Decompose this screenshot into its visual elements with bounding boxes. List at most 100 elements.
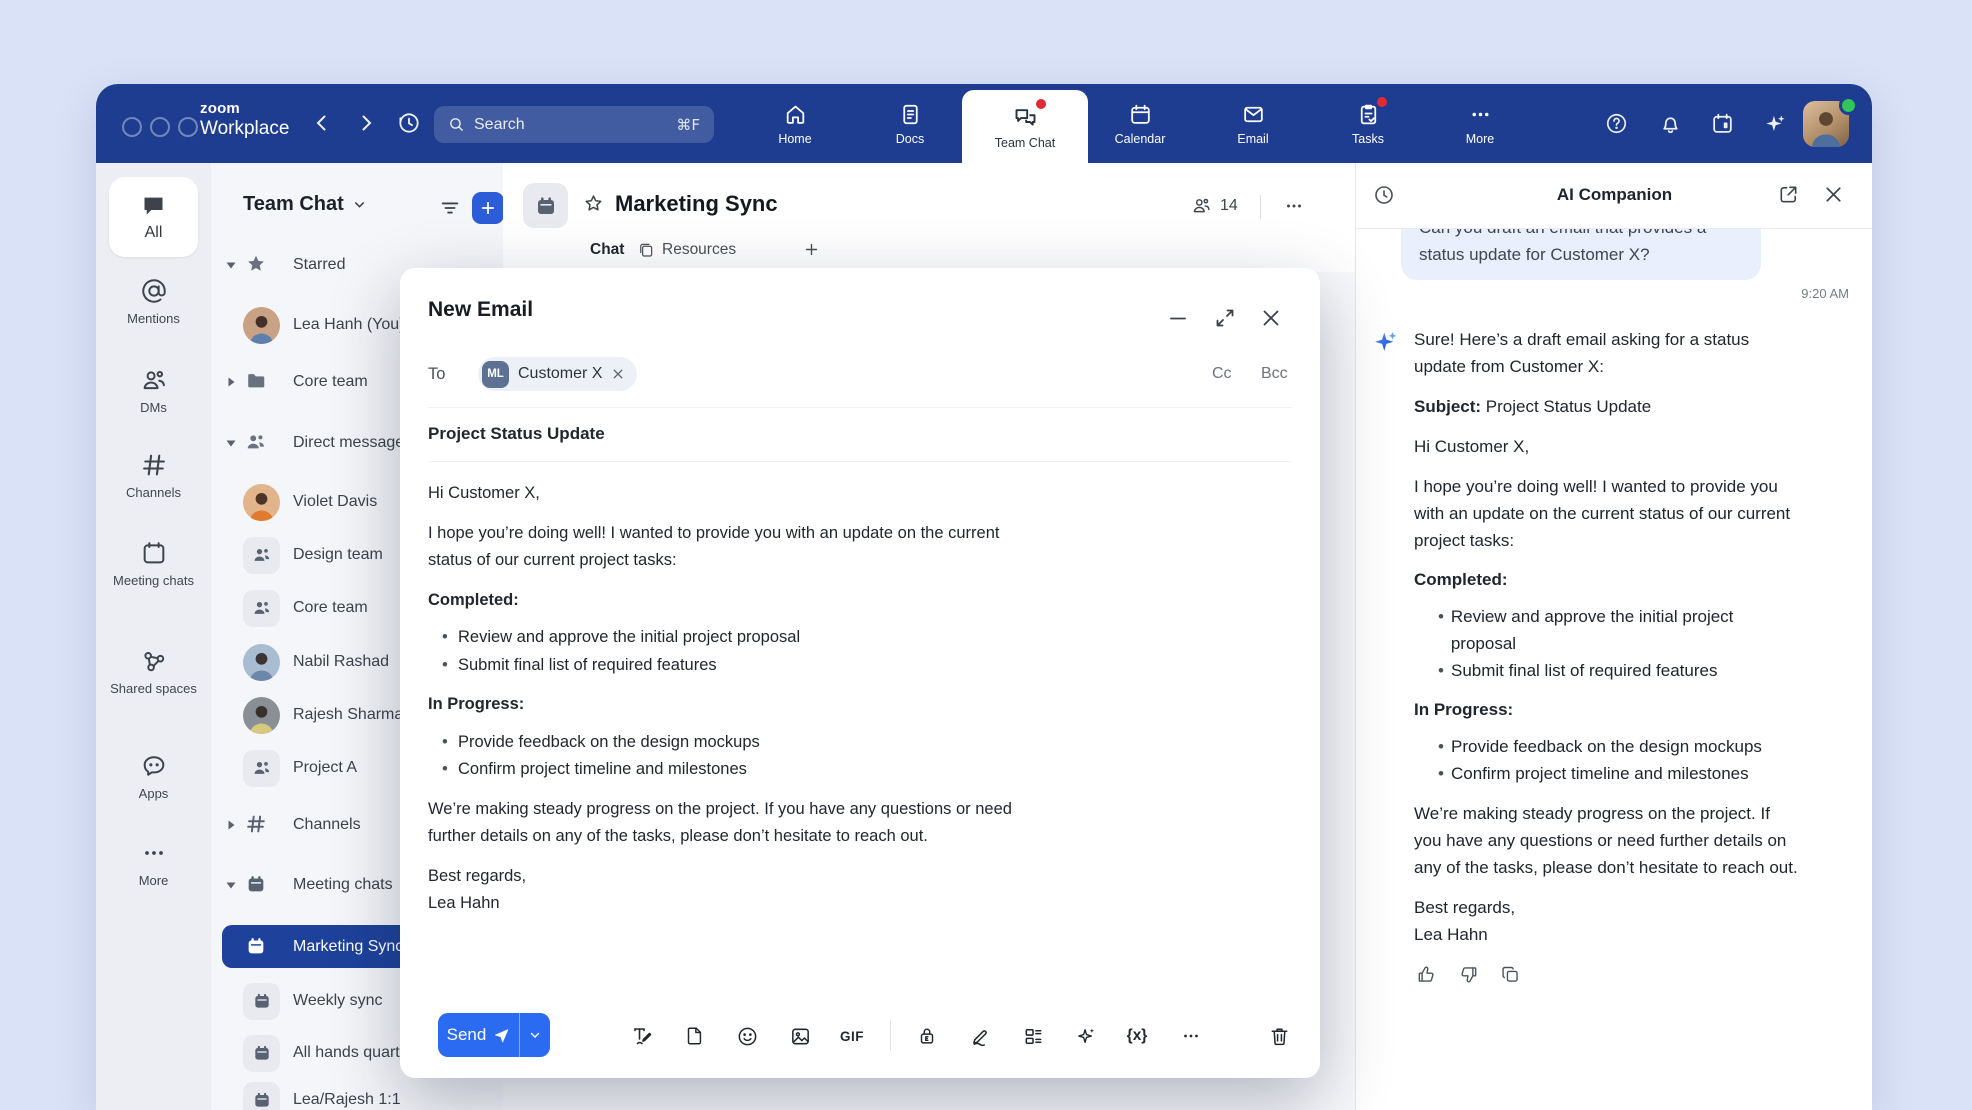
- list-item: •Provide feedback on the design mockups: [1414, 733, 1799, 760]
- open-external-icon[interactable]: [1777, 183, 1800, 206]
- chat-item-lea-rajesh[interactable]: Lea/Rajesh 1:1: [211, 1078, 503, 1110]
- tasks-badge: [1377, 97, 1387, 107]
- unread-badge: [1036, 99, 1046, 109]
- caret-right-icon[interactable]: [224, 818, 238, 832]
- recipient-name: Customer X: [518, 365, 602, 383]
- home-icon: [783, 102, 808, 127]
- modal-title: New Email: [428, 298, 533, 322]
- history-icon[interactable]: [396, 110, 422, 136]
- traffic-light-minimize[interactable]: [150, 117, 170, 137]
- traffic-light-close[interactable]: [122, 117, 142, 137]
- in-progress-label: In Progress:: [428, 691, 1048, 719]
- caret-right-icon[interactable]: [224, 375, 238, 389]
- forward-arrow-icon[interactable]: [354, 111, 378, 135]
- zoom-workplace-logo: zoom Workplace: [200, 101, 289, 138]
- recipient-chip[interactable]: ML Customer X: [478, 357, 637, 391]
- hash-icon: [245, 813, 269, 837]
- cc-button[interactable]: Cc: [1212, 365, 1232, 383]
- feedback-row: [1416, 964, 1799, 985]
- filter-icon[interactable]: [439, 197, 461, 219]
- encrypt-lock-icon[interactable]: [915, 1024, 939, 1048]
- nav-home[interactable]: Home: [747, 84, 843, 163]
- people-icon: [140, 366, 168, 394]
- toolbar-more-icon[interactable]: [1179, 1024, 1203, 1048]
- attach-file-icon[interactable]: [682, 1024, 706, 1048]
- meeting-calendar-icon: [245, 935, 269, 959]
- nav-docs[interactable]: Docs: [862, 84, 958, 163]
- nav-email[interactable]: Email: [1205, 84, 1301, 163]
- gif-icon[interactable]: GIF: [840, 1024, 864, 1048]
- image-icon[interactable]: [788, 1024, 812, 1048]
- chat-list-title[interactable]: Team Chat: [243, 193, 367, 216]
- ai-sparkle-icon[interactable]: [1762, 111, 1788, 137]
- hash-icon: [140, 451, 168, 479]
- search-input[interactable]: Search ⌘F: [434, 106, 714, 143]
- emoji-icon[interactable]: [735, 1024, 759, 1048]
- rail-item-mentions[interactable]: Mentions: [96, 277, 211, 328]
- nav-team-chat[interactable]: Team Chat: [962, 90, 1088, 163]
- meeting-calendar-icon: [243, 1035, 280, 1072]
- caret-down-icon[interactable]: [224, 878, 238, 892]
- nav-calendar[interactable]: Calendar: [1092, 84, 1188, 163]
- caret-down-icon[interactable]: [224, 436, 238, 450]
- notifications-bell-icon[interactable]: [1658, 111, 1683, 136]
- help-icon[interactable]: [1604, 111, 1629, 136]
- member-count[interactable]: 14: [1191, 195, 1238, 216]
- divider: [1260, 195, 1261, 219]
- star-icon: [245, 253, 269, 277]
- traffic-light-zoom[interactable]: [178, 117, 198, 137]
- ai-sparkle-icon: [1372, 326, 1400, 985]
- star-outline-icon[interactable]: [583, 193, 604, 214]
- tab-chat[interactable]: Chat: [590, 241, 624, 259]
- send-options-dropdown[interactable]: [520, 1028, 550, 1042]
- text-format-icon[interactable]: [630, 1024, 654, 1048]
- back-arrow-icon[interactable]: [310, 111, 334, 135]
- nav-tasks[interactable]: Tasks: [1320, 84, 1416, 163]
- list-item: •Submit final list of required features: [428, 652, 1048, 680]
- avatar: [243, 484, 280, 521]
- expand-icon[interactable]: [1213, 306, 1237, 330]
- search-placeholder: Search: [474, 116, 676, 134]
- trash-icon[interactable]: [1267, 1024, 1291, 1048]
- ai-response: Sure! Here’s a draft email asking for a …: [1414, 326, 1799, 985]
- rail-item-more[interactable]: More: [96, 839, 211, 890]
- thumbs-down-icon[interactable]: [1458, 964, 1479, 985]
- remove-recipient-icon[interactable]: [611, 367, 625, 381]
- meeting-calendar-icon: [245, 873, 269, 897]
- subject-field[interactable]: Project Status Update: [428, 407, 1292, 462]
- people-icon: [245, 431, 269, 455]
- channel-more-icon[interactable]: [1283, 195, 1305, 217]
- nav-more[interactable]: More: [1432, 84, 1528, 163]
- ai-conversation: Can you draft an email that provides a s…: [1356, 228, 1872, 1110]
- tab-add-icon[interactable]: [803, 241, 820, 258]
- ai-companion-panel: AI Companion Can you draft an email that…: [1355, 163, 1872, 1110]
- rail-item-all[interactable]: All: [109, 177, 198, 257]
- rail-item-shared-spaces[interactable]: Shared spaces: [96, 647, 211, 698]
- send-button[interactable]: Send: [438, 1013, 550, 1057]
- ai-panel-header: AI Companion: [1356, 163, 1872, 229]
- email-icon: [1241, 102, 1266, 127]
- template-icon[interactable]: [1021, 1024, 1045, 1048]
- signature-pen-icon[interactable]: [968, 1024, 992, 1048]
- bcc-button[interactable]: Bcc: [1261, 365, 1288, 383]
- caret-down-icon[interactable]: [224, 258, 238, 272]
- search-shortcut: ⌘F: [676, 116, 700, 134]
- rail-item-meeting-chats[interactable]: Meeting chats: [96, 539, 211, 590]
- sparkle-icon[interactable]: [1074, 1024, 1098, 1048]
- close-icon[interactable]: [1822, 183, 1845, 206]
- rail-item-channels[interactable]: Channels: [96, 451, 211, 502]
- rail-item-apps[interactable]: Apps: [96, 752, 211, 803]
- email-body-editor[interactable]: Hi Customer X, I hope you’re doing well!…: [428, 480, 1048, 918]
- new-chat-button[interactable]: [472, 192, 504, 224]
- thumbs-up-icon[interactable]: [1416, 964, 1437, 985]
- copy-icon[interactable]: [1500, 964, 1521, 985]
- variables-icon[interactable]: {x}: [1125, 1024, 1149, 1048]
- close-icon[interactable]: [1259, 306, 1283, 330]
- ellipsis-icon: [140, 839, 168, 867]
- tab-resources[interactable]: Resources: [637, 241, 736, 259]
- meeting-calendar-icon: [523, 183, 568, 228]
- recipient-avatar: ML: [482, 361, 509, 388]
- calendar-date-icon[interactable]: [1710, 111, 1735, 136]
- minimize-icon[interactable]: [1166, 306, 1190, 330]
- rail-item-dms[interactable]: DMs: [96, 366, 211, 417]
